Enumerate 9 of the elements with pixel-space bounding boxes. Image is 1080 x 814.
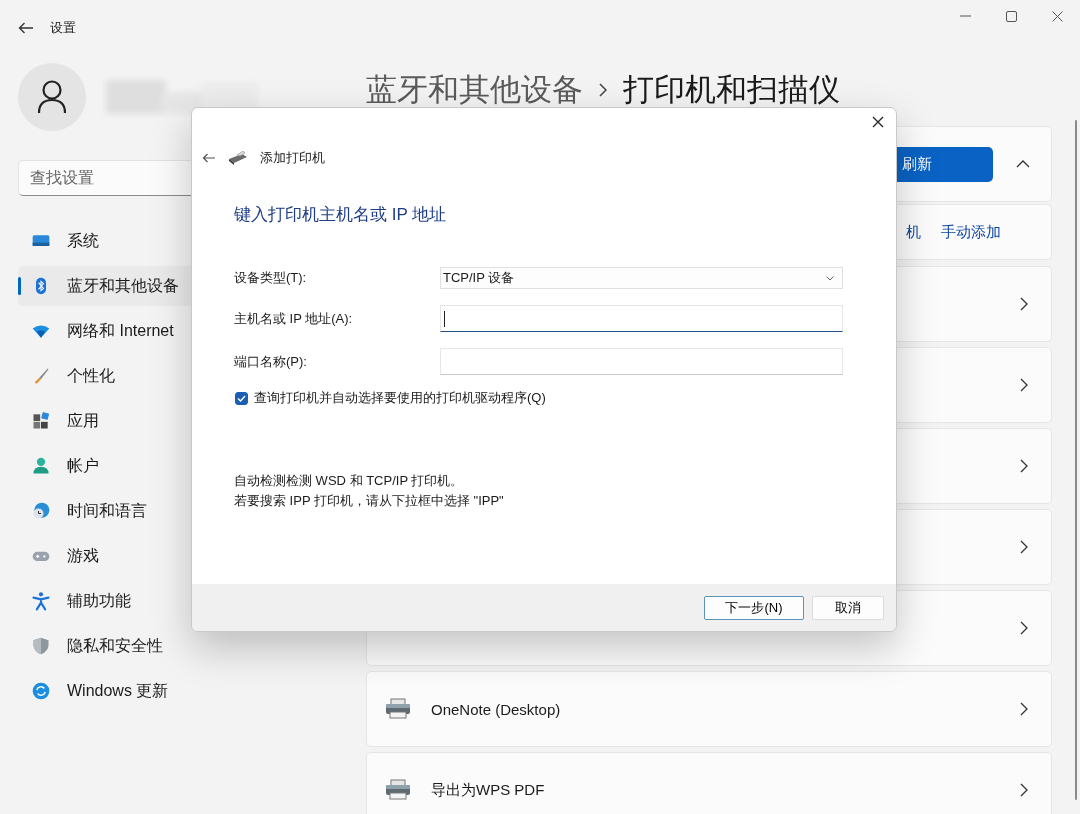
page-title: 打印机和扫描仪 <box>623 71 840 109</box>
field-label: 设备类型(T): <box>234 269 308 287</box>
field-label: 主机名或 IP 地址(A): <box>234 309 354 328</box>
window-title: 设置 <box>50 19 76 37</box>
field-label: 端口名称(P): <box>234 352 308 371</box>
checkbox-label: 查询打印机并自动选择要使用的打印机驱动程序(Q) <box>254 389 546 407</box>
description-text: 若要搜索 IPP 打印机，请从下拉框中选择 "IPP" <box>234 492 505 510</box>
dialog-heading: 键入打印机主机名或 IP 地址 <box>234 204 448 226</box>
description-text: 自动检测检测 WSD 和 TCP/IP 打印机。 <box>234 472 465 490</box>
